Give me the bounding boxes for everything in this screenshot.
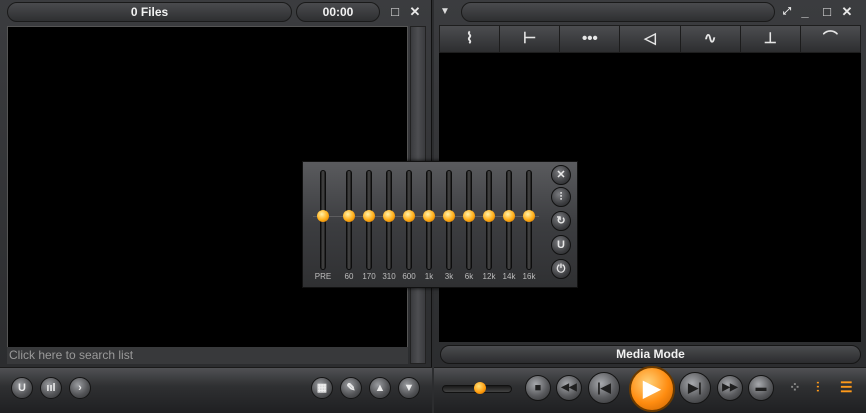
eq-slider-knob[interactable]	[463, 210, 475, 222]
rewind-icon[interactable]: ◀◀	[556, 375, 582, 401]
player-title-bar[interactable]	[461, 2, 775, 22]
eq-band-170[interactable]: 170	[362, 168, 376, 283]
equalizer-sliders-icon[interactable]: ⫶	[551, 187, 571, 207]
eq-band-label: 6k	[464, 272, 474, 281]
volume-knob[interactable]	[474, 382, 486, 394]
rewind-angle-icon[interactable]: ◁	[620, 26, 681, 52]
close-icon[interactable]: ✕	[838, 3, 856, 21]
eq-band-label: 310	[382, 272, 396, 281]
eq-band-label: PRE	[314, 272, 332, 281]
forward-icon[interactable]: ›	[69, 377, 91, 399]
eq-slider-knob[interactable]	[443, 210, 455, 222]
eq-band-600[interactable]: 600	[402, 168, 416, 283]
fast-forward-icon[interactable]: ▶▶	[717, 375, 743, 401]
eq-slider-knob[interactable]	[317, 210, 329, 222]
menu-dropdown-icon[interactable]: ▼	[440, 6, 450, 17]
stop-icon[interactable]: ■	[525, 375, 551, 401]
wand-icon[interactable]: ✎	[340, 377, 362, 399]
media-mode-label[interactable]: Media Mode	[440, 345, 861, 364]
playlist-icon[interactable]: ☰	[840, 379, 853, 396]
eq-band-label: 14k	[502, 272, 516, 281]
eq-band-1k[interactable]: 1k	[422, 168, 436, 283]
eq-band-label: 600	[402, 272, 416, 281]
grid-icon[interactable]: ▦	[311, 377, 333, 399]
magnet-icon[interactable]: U	[551, 235, 571, 255]
eq-band-60[interactable]: 60	[342, 168, 356, 283]
eq-slider-knob[interactable]	[403, 210, 415, 222]
fullscreen-icon[interactable]: ⤢	[778, 3, 796, 21]
eq-band-16k[interactable]: 16k	[522, 168, 536, 283]
arch-icon[interactable]: ⌒	[801, 26, 860, 52]
eq-slider-knob[interactable]	[503, 210, 515, 222]
eq-slider-knob[interactable]	[383, 210, 395, 222]
playlist-toolbar: U ııl › ▦ ✎ ▲ ▼	[0, 367, 432, 413]
previous-icon[interactable]: |◀	[588, 372, 620, 404]
eq-band-label: 60	[344, 272, 354, 281]
app-root: 0 Files 00:00 □ ✕ Click here to search l…	[0, 0, 866, 413]
playlist-search-input[interactable]: Click here to search list	[7, 347, 408, 364]
wave-icon[interactable]: ∿	[681, 26, 741, 52]
eq-band-label: 1k	[424, 272, 434, 281]
power-icon[interactable]: ⏻	[551, 259, 571, 279]
move-down-icon[interactable]: ▼	[398, 377, 420, 399]
trim-icon[interactable]: ⊢	[500, 26, 561, 52]
eq-band-label: 170	[362, 272, 376, 281]
close-icon[interactable]: ✕	[551, 165, 571, 185]
equalizer-icon[interactable]: ⫶	[816, 379, 820, 396]
eq-band-6k[interactable]: 6k	[462, 168, 476, 283]
eq-slider-knob[interactable]	[363, 210, 375, 222]
playlist-total-time[interactable]: 00:00	[296, 2, 380, 22]
curve-icon[interactable]: ⌇	[440, 26, 501, 52]
playlist-file-count[interactable]: 0 Files	[7, 2, 292, 22]
eq-band-3k[interactable]: 3k	[442, 168, 456, 283]
settings-dots-icon[interactable]: ⁘	[789, 379, 801, 396]
magnet-icon[interactable]: U	[11, 377, 33, 399]
restore-icon[interactable]: □	[386, 3, 404, 21]
effects-toolbar: ⌇ ⊢ ••• ◁ ∿ ⊥ ⌒	[439, 25, 861, 53]
dots-icon[interactable]: •••	[560, 26, 621, 52]
eq-slider-knob[interactable]	[343, 210, 355, 222]
eq-band-310[interactable]: 310	[382, 168, 396, 283]
minimize-icon[interactable]: _	[796, 3, 814, 21]
open-file-icon[interactable]: ▬	[748, 375, 774, 401]
eq-band-label: 16k	[522, 272, 536, 281]
move-up-icon[interactable]: ▲	[369, 377, 391, 399]
eq-band-pre[interactable]: PRE	[315, 168, 331, 283]
eq-band-label: 3k	[444, 272, 454, 281]
reset-icon[interactable]: ↻	[551, 211, 571, 231]
step-icon[interactable]: ⊥	[741, 26, 801, 52]
eq-slider-knob[interactable]	[483, 210, 495, 222]
eq-slider-knob[interactable]	[423, 210, 435, 222]
equalizer-panel: PRE 60 170 310 600 1k 3k 6k 12k 14k 16k ✕ ⫶ ↻ U ⏻	[302, 161, 578, 288]
eq-slider-knob[interactable]	[523, 210, 535, 222]
play-icon[interactable]: ▶	[629, 366, 675, 412]
eq-band-14k[interactable]: 14k	[502, 168, 516, 283]
eq-band-label: 12k	[482, 272, 496, 281]
next-icon[interactable]: ▶|	[679, 372, 711, 404]
maximize-icon[interactable]: □	[818, 3, 836, 21]
signal-icon[interactable]: ııl	[40, 377, 62, 399]
eq-band-12k[interactable]: 12k	[482, 168, 496, 283]
close-icon[interactable]: ✕	[406, 3, 424, 21]
